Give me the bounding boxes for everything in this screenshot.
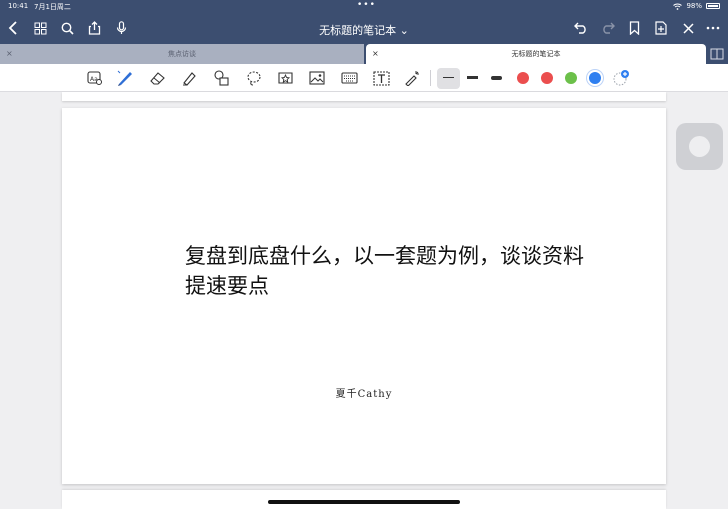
sticker-icon[interactable] bbox=[276, 69, 294, 87]
assistive-touch-button[interactable] bbox=[676, 123, 723, 170]
split-view-icon[interactable] bbox=[710, 47, 724, 61]
status-time: 10:41 bbox=[8, 2, 29, 10]
battery-percent: 98% bbox=[686, 2, 702, 10]
thin-line-icon[interactable] bbox=[443, 77, 454, 78]
tab-close-icon[interactable]: × bbox=[372, 49, 379, 58]
wifi-icon bbox=[673, 3, 683, 10]
color-swatch-green[interactable] bbox=[565, 72, 577, 84]
multitasking-dots[interactable]: ••• bbox=[357, 0, 376, 10]
tab-close-icon[interactable]: × bbox=[6, 49, 13, 58]
keyboard-icon[interactable] bbox=[340, 69, 358, 87]
medium-line-icon[interactable] bbox=[467, 76, 478, 79]
lasso-icon[interactable] bbox=[245, 69, 263, 87]
notebook-page[interactable]: 复盘到底盘什么，以一套题为例，谈谈资料提速要点 夏千Cathy bbox=[62, 108, 666, 484]
shapes-icon[interactable] bbox=[212, 69, 230, 87]
navigation-bar: 无标题的笔记本 ⌄ bbox=[0, 13, 728, 44]
battery-icon bbox=[706, 3, 720, 9]
laser-pointer-icon[interactable] bbox=[403, 69, 421, 87]
color-swatch-red-2[interactable] bbox=[541, 72, 553, 84]
notebook-title[interactable]: 无标题的笔记本 ⌄ bbox=[0, 22, 728, 38]
drawing-toolbar: Aa bbox=[0, 64, 728, 92]
thin-line-option-selected[interactable] bbox=[437, 68, 460, 89]
redo-icon[interactable] bbox=[598, 18, 618, 38]
eraser-icon[interactable] bbox=[148, 69, 166, 87]
add-page-icon[interactable] bbox=[651, 18, 671, 38]
tab-untitled-notebook[interactable]: × 无标题的笔记本 bbox=[366, 44, 706, 64]
more-icon[interactable] bbox=[703, 18, 723, 38]
tab-bar: × 焦点访谈 × 无标题的笔记本 bbox=[0, 44, 728, 64]
page-headline: 复盘到底盘什么，以一套题为例，谈谈资料提速要点 bbox=[185, 244, 584, 298]
tab-focus-interview[interactable]: × 焦点访谈 bbox=[0, 44, 364, 64]
lasso-ocr-icon[interactable]: Aa bbox=[86, 69, 104, 87]
tab-label: 无标题的笔记本 bbox=[511, 50, 561, 58]
add-color-icon[interactable] bbox=[612, 69, 630, 87]
close-icon[interactable] bbox=[678, 18, 698, 38]
home-indicator[interactable] bbox=[268, 500, 460, 504]
bookmark-icon[interactable] bbox=[624, 18, 644, 38]
undo-icon[interactable] bbox=[571, 18, 591, 38]
page-author: 夏千Cathy bbox=[335, 389, 393, 400]
image-icon[interactable] bbox=[308, 69, 326, 87]
tab-label: 焦点访谈 bbox=[168, 50, 196, 58]
status-date: 7月1日周二 bbox=[34, 3, 71, 11]
highlighter-icon[interactable] bbox=[180, 69, 198, 87]
pen-icon[interactable] bbox=[116, 69, 134, 87]
status-right: 98% bbox=[673, 2, 720, 10]
previous-page-edge bbox=[62, 92, 666, 101]
status-bar: 10:41 7月1日周二 ••• 98% bbox=[0, 0, 728, 13]
color-swatch-red[interactable] bbox=[517, 72, 529, 84]
color-swatch-blue-selected[interactable] bbox=[589, 72, 601, 84]
toolbar-divider bbox=[430, 70, 431, 86]
thick-line-icon[interactable] bbox=[491, 76, 502, 80]
textbox-icon[interactable] bbox=[372, 69, 390, 87]
